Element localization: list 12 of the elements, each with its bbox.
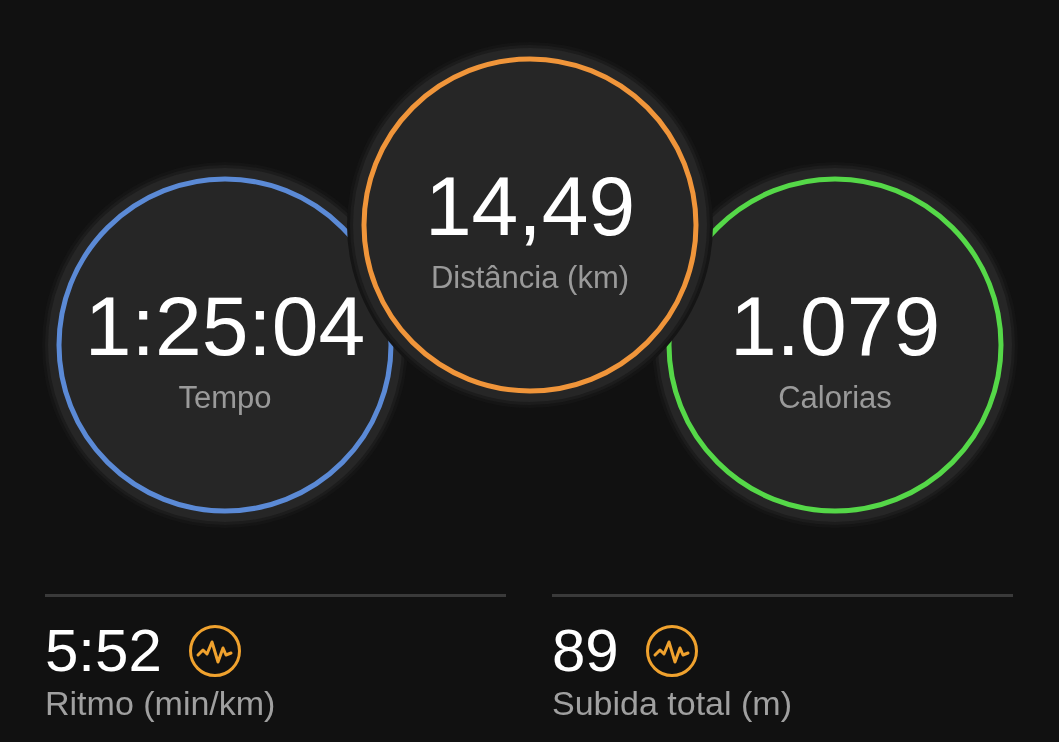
heartbeat-icon[interactable] — [187, 623, 242, 678]
stat-value: 5:52 — [45, 619, 162, 682]
stat-value: 14,49 — [424, 164, 636, 248]
stat-label: Tempo — [178, 380, 272, 416]
stat-label: Ritmo (min/km) — [45, 684, 277, 723]
stat-value: 1.079 — [729, 284, 941, 368]
stat-label: Subida total (m) — [552, 684, 793, 723]
stat-value: 89 — [552, 619, 619, 682]
stat-label: Calorias — [778, 380, 892, 416]
stat-value: 1:25:04 — [84, 284, 366, 368]
stat-label: Distância (km) — [430, 260, 630, 296]
heartbeat-icon[interactable] — [644, 623, 699, 678]
